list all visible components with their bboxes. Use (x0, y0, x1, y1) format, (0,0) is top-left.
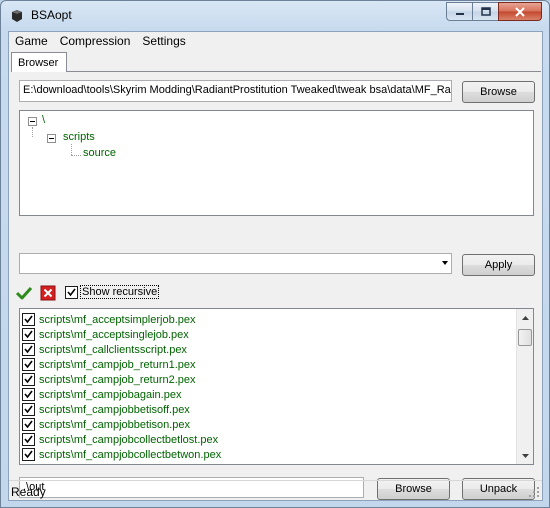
chevron-down-icon[interactable] (442, 261, 448, 265)
tree-node-root[interactable]: \ (42, 114, 45, 126)
file-checkbox[interactable] (22, 373, 35, 386)
file-checkbox[interactable] (22, 418, 35, 431)
file-checkbox[interactable] (22, 388, 35, 401)
window-title: BSAopt (31, 8, 72, 22)
tree-connector (32, 127, 33, 137)
tab-browser[interactable]: Browser (11, 52, 67, 72)
checkmark-icon (24, 360, 33, 369)
file-checkbox[interactable] (22, 358, 35, 371)
file-name: scripts\mf_campjob_return2.pex (39, 373, 196, 386)
file-name: scripts\mf_acceptsimplerjob.pex (39, 313, 196, 326)
scroll-thumb[interactable] (518, 329, 532, 346)
close-button[interactable] (498, 2, 542, 21)
file-row[interactable]: scripts\mf_acceptsimplerjob.pex (22, 312, 512, 327)
checkmark-icon (24, 345, 33, 354)
file-row[interactable]: scripts\mf_campjobcollectbetlost.pex (22, 432, 512, 447)
scroll-down-button[interactable] (517, 447, 533, 464)
file-name: scripts\mf_campjobcollectbetwon.pex (39, 448, 222, 461)
expander-scripts[interactable] (47, 134, 56, 143)
checkmark-icon (24, 420, 33, 429)
arrow-down-icon (521, 453, 529, 458)
checkmark-icon (24, 405, 33, 414)
file-checkbox[interactable] (22, 403, 35, 416)
browse-source-button[interactable]: Browse (462, 81, 535, 103)
file-row[interactable]: scripts\mf_campjobcollectbetwon.pex (22, 447, 512, 462)
tree-node-scripts[interactable]: scripts (63, 131, 95, 143)
file-name: scripts\mf_campjobbetisoff.pex (39, 403, 190, 416)
checkmark-icon (67, 288, 76, 297)
show-recursive-checkbox[interactable] (65, 286, 78, 299)
tree-connector (71, 155, 81, 156)
folder-tree[interactable]: \ scripts source (19, 110, 534, 216)
file-name: scripts\mf_callclientsscript.pex (39, 343, 187, 356)
file-checkbox[interactable] (22, 313, 35, 326)
file-row[interactable]: scripts\mf_campjob_return1.pex (22, 357, 512, 372)
uncheck-all-icon[interactable] (40, 285, 56, 301)
menu-settings[interactable]: Settings (142, 32, 191, 51)
menu-bar: Game Compression Settings (9, 32, 542, 51)
maximize-icon (480, 7, 491, 16)
checkmark-icon (24, 435, 33, 444)
apply-button[interactable]: Apply (462, 254, 535, 276)
file-list[interactable]: scripts\mf_acceptsimplerjob.pex scripts\m… (19, 308, 534, 465)
show-recursive-label[interactable]: Show recursive (80, 285, 160, 299)
status-bar: Ready (9, 480, 542, 500)
file-row[interactable]: scripts\mf_callclientsscript.pex (22, 342, 512, 357)
file-row[interactable]: scripts\mf_campjobbetisoff.pex (22, 402, 512, 417)
checkmark-icon (24, 390, 33, 399)
close-icon (515, 6, 525, 17)
vertical-scrollbar[interactable] (516, 309, 533, 464)
checkmark-icon (24, 330, 33, 339)
arrow-up-icon (521, 315, 529, 320)
expander-root[interactable] (28, 117, 37, 126)
check-all-icon[interactable] (16, 286, 32, 300)
file-name: scripts\mf_campjob_return1.pex (39, 358, 196, 371)
file-checkbox[interactable] (22, 433, 35, 446)
file-row[interactable]: scripts\mf_campjobagain.pex (22, 387, 512, 402)
maximize-button[interactable] (472, 2, 498, 21)
title-bar[interactable]: BSAopt (1, 1, 549, 30)
browser-panel: E:\download\tools\Skyrim Modding\Radiant… (11, 71, 541, 500)
file-name: scripts\mf_acceptsinglejob.pex (39, 328, 189, 341)
checkmark-icon (24, 450, 33, 459)
status-text: Ready (11, 485, 46, 499)
file-name: scripts\mf_campjobbetison.pex (39, 418, 191, 431)
source-path-input[interactable]: E:\download\tools\Skyrim Modding\Radiant… (19, 80, 452, 102)
resize-grip-icon[interactable] (529, 487, 540, 498)
app-window: BSAopt Game Compression Settings Browser… (0, 0, 550, 508)
file-checkbox[interactable] (22, 448, 35, 461)
file-row[interactable]: scripts\mf_campjobbetison.pex (22, 417, 512, 432)
file-name: scripts\mf_campjobagain.pex (39, 388, 182, 401)
app-icon (12, 10, 22, 22)
minimize-button[interactable] (446, 2, 472, 21)
tree-node-source[interactable]: source (83, 147, 116, 159)
file-checkbox[interactable] (22, 328, 35, 341)
file-checkbox[interactable] (22, 343, 35, 356)
file-row[interactable]: scripts\mf_campjob_return2.pex (22, 372, 512, 387)
menu-compression[interactable]: Compression (60, 32, 137, 51)
file-name: scripts\mf_campjobcollectbetlost.pex (39, 433, 219, 446)
minimize-icon (455, 12, 464, 15)
tree-connector (71, 144, 72, 155)
file-row[interactable]: scripts\mf_acceptsinglejob.pex (22, 327, 512, 342)
checkmark-icon (24, 375, 33, 384)
client-area: Game Compression Settings Browser E:\dow… (8, 31, 543, 501)
filter-combobox[interactable] (19, 253, 452, 274)
scroll-up-button[interactable] (517, 309, 533, 326)
menu-game[interactable]: Game (15, 32, 54, 51)
checkmark-icon (24, 315, 33, 324)
